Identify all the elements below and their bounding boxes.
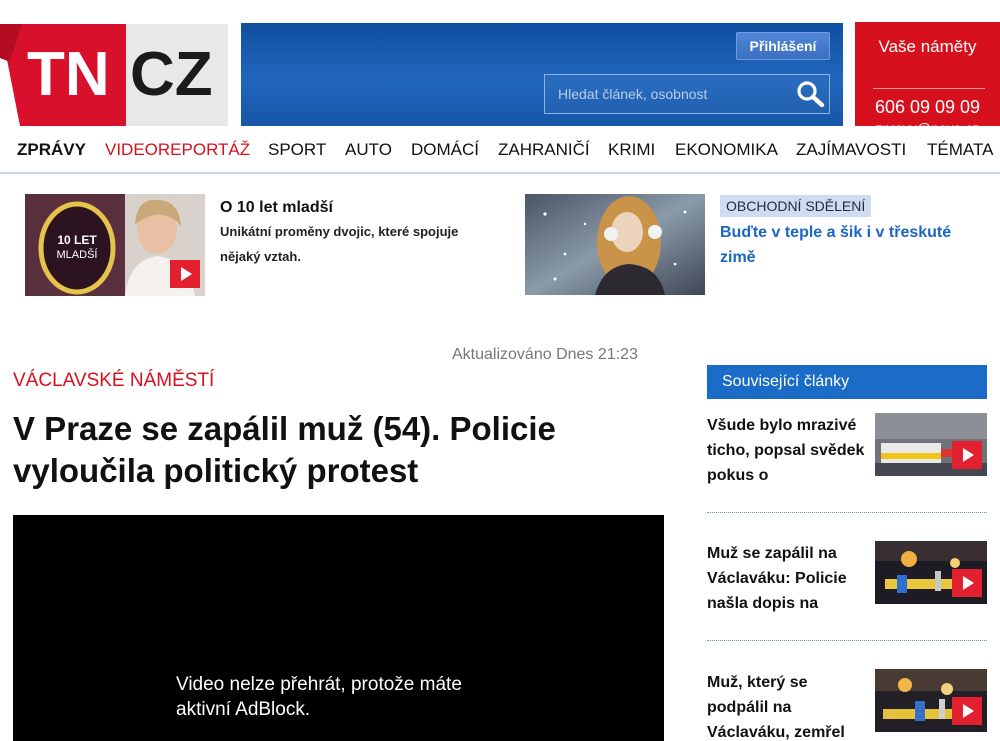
contact-phone[interactable]: 606 09 09 09 bbox=[855, 97, 1000, 118]
play-icon[interactable] bbox=[952, 569, 982, 597]
nav-item-domaci[interactable]: DOMÁCÍ bbox=[411, 140, 479, 160]
search-box bbox=[544, 74, 830, 114]
related-separator bbox=[707, 512, 987, 513]
play-icon[interactable] bbox=[170, 260, 200, 288]
related-header: Související články bbox=[707, 365, 987, 399]
nav-item-auto[interactable]: AUTO bbox=[345, 140, 392, 160]
svg-text:10 LET: 10 LET bbox=[57, 233, 97, 247]
tn-cz-logo[interactable]: TN CZ bbox=[0, 22, 228, 126]
nav-item-zajimavosti[interactable]: ZAJÍMAVOSTI bbox=[796, 140, 906, 160]
nav-item-zahranici[interactable]: ZAHRANIČÍ bbox=[498, 140, 590, 160]
contact-email[interactable]: zpravy@nova.cz bbox=[855, 120, 1000, 136]
contact-divider bbox=[873, 88, 985, 89]
svg-text:TN: TN bbox=[27, 40, 110, 109]
svg-text:CZ: CZ bbox=[130, 40, 213, 109]
main-nav: ZPRÁVY VIDEOREPORTÁŽ SPORT AUTO DOMÁCÍ Z… bbox=[0, 140, 1000, 166]
login-button[interactable]: Přihlášení bbox=[736, 32, 830, 60]
nav-item-temata[interactable]: TÉMATA bbox=[927, 140, 993, 160]
article-updated: Aktualizováno Dnes 21:23 bbox=[452, 346, 638, 363]
related-separator bbox=[707, 640, 987, 641]
sponsored-badge: OBCHODNÍ SDĚLENÍ bbox=[720, 195, 872, 217]
nav-item-sport[interactable]: SPORT bbox=[268, 140, 326, 160]
video-adblock-message: Video nelze přehrát, protože máte aktivn… bbox=[176, 674, 462, 720]
video-player[interactable]: Video nelze přehrát, protože máte aktivn… bbox=[13, 515, 664, 741]
related-item-3-thumb[interactable] bbox=[875, 669, 987, 732]
nav-item-videoreportaz[interactable]: VIDEOREPORTÁŽ bbox=[105, 140, 250, 160]
nav-divider bbox=[0, 172, 1000, 174]
svg-text:MLADŠÍ: MLADŠÍ bbox=[57, 248, 99, 261]
article-headline: V Praze se zapálil muž (54). Policie vyl… bbox=[13, 410, 556, 489]
promo-image-zima[interactable] bbox=[525, 194, 705, 295]
play-icon[interactable] bbox=[952, 441, 982, 469]
nav-item-krimi[interactable]: KRIMI bbox=[608, 140, 655, 160]
contact-title: Vaše náměty bbox=[878, 37, 977, 56]
search-icon[interactable] bbox=[795, 80, 825, 108]
nav-item-ekonomika[interactable]: EKONOMIKA bbox=[675, 140, 778, 160]
related-item-2-text[interactable]: Muž se zapálil na Václaváku: Policie naš… bbox=[707, 541, 872, 616]
promo-subtitle-mladsi: Unikátní proměny dvojic, které spojuje n… bbox=[220, 224, 459, 264]
related-item-1-thumb[interactable] bbox=[875, 413, 987, 476]
search-input[interactable] bbox=[545, 75, 785, 113]
contact-box[interactable]: Vaše náměty 606 09 09 09 zpravy@nova.cz bbox=[855, 22, 1000, 136]
related-item-1-text[interactable]: Všude bylo mrazivé ticho, popsal svědek … bbox=[707, 413, 872, 488]
promo-title-mladsi[interactable]: O 10 let mladší bbox=[220, 199, 333, 217]
article-kicker[interactable]: VÁCLAVSKÉ NÁMĚSTÍ bbox=[13, 370, 214, 392]
related-item-3-text[interactable]: Muž, který se podpálil na Václaváku, zem… bbox=[707, 670, 872, 741]
play-icon[interactable] bbox=[952, 697, 982, 725]
promo-link-zima[interactable]: Buďte v teple a šik i v třeskuté zimě bbox=[720, 220, 990, 270]
promo-image-mladsi[interactable]: 10 LET MLADŠÍ bbox=[25, 194, 205, 296]
related-item-2-thumb[interactable] bbox=[875, 541, 987, 604]
nav-item-zpravy[interactable]: ZPRÁVY bbox=[17, 140, 86, 160]
